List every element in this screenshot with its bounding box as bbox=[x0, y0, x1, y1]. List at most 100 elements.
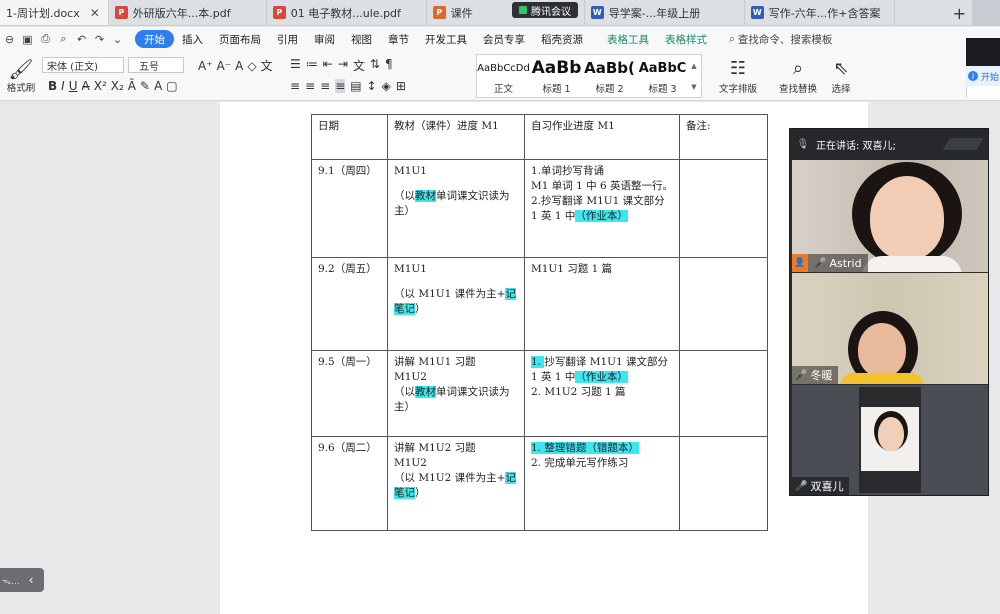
italic-icon[interactable]: I bbox=[61, 79, 65, 93]
tab-writing[interactable]: W 写作-六年...作+含答案 bbox=[745, 0, 895, 25]
cell-course[interactable]: 讲解 M1U2 习题 M1U2 （以 M1U2 课件为主+记笔记） bbox=[387, 436, 525, 531]
menu-docer[interactable]: 稻壳资源 bbox=[533, 30, 591, 48]
menu-view[interactable]: 视图 bbox=[343, 30, 380, 48]
underline-icon[interactable]: U bbox=[69, 79, 78, 93]
collapsed-nav-widget[interactable]: ᯓ… ‹ bbox=[0, 568, 44, 592]
menu-review[interactable]: 审阅 bbox=[306, 30, 343, 48]
justify-icon[interactable]: ≡ bbox=[335, 79, 346, 93]
align-left-icon[interactable]: ≡ bbox=[290, 79, 300, 93]
font-size-select[interactable]: 五号 bbox=[128, 57, 184, 73]
cell-homework[interactable]: M1U1 习题 1 篇 bbox=[524, 257, 680, 351]
meeting-video-panel[interactable]: 🎙 正在讲话: 双喜儿; 👤 🎤 Astrid 🎤 冬暖 🎤 双喜儿 bbox=[789, 128, 989, 496]
text-color-icon[interactable]: A bbox=[154, 79, 162, 93]
chevron-left-icon[interactable]: ‹ bbox=[22, 571, 40, 589]
menu-home[interactable]: 开始 bbox=[135, 30, 174, 48]
cell-date[interactable]: 9.1（周四） bbox=[311, 159, 388, 258]
print-icon[interactable]: ⎙ bbox=[38, 32, 53, 47]
tab-pdf-textbook[interactable]: P 外研版六年...本.pdf bbox=[109, 0, 267, 25]
numbering-icon[interactable]: ≔ bbox=[306, 57, 318, 74]
subscript-icon[interactable]: X₂ bbox=[111, 79, 124, 93]
redo-icon[interactable]: ↷ bbox=[92, 32, 107, 47]
superscript-icon[interactable]: X² bbox=[94, 79, 107, 93]
sort-icon[interactable]: ⇅ bbox=[370, 57, 380, 74]
chevron-down-icon[interactable]: ▼ bbox=[691, 83, 696, 91]
menu-member[interactable]: 会员专享 bbox=[475, 30, 533, 48]
indent-icon[interactable]: ⇥ bbox=[338, 57, 348, 74]
format-painter-button[interactable]: 🖌 格式刷 bbox=[4, 55, 38, 97]
cell-homework[interactable]: 1. 抄写翻译 M1U1 课文部分 1 英 1 中（作业本） 2. M1U2 习… bbox=[524, 350, 680, 437]
style-scroll[interactable]: ▲ ▼ bbox=[689, 55, 699, 97]
video-tile-dongnuan[interactable]: 🎤 冬暖 bbox=[792, 273, 988, 384]
borders-icon[interactable]: ⊞ bbox=[396, 79, 406, 93]
cell-homework[interactable]: 1. 整理错题（错题本） 2. 完成单元写作练习 bbox=[524, 436, 680, 531]
cell-notes[interactable] bbox=[679, 436, 768, 531]
font-color-icon[interactable]: A bbox=[235, 59, 243, 73]
shrink-font-icon[interactable]: A⁻ bbox=[217, 59, 232, 73]
command-search[interactable]: ⌕ 查找命令、搜索模板 bbox=[729, 32, 832, 47]
grow-font-icon[interactable]: A⁺ bbox=[198, 59, 213, 73]
tab-study-guide[interactable]: W 导学案-...年级上册 bbox=[585, 0, 745, 25]
meeting-indicator[interactable]: 腾讯会议 bbox=[512, 2, 578, 18]
highlight-icon[interactable]: ✎ bbox=[140, 79, 150, 93]
text-layout-button[interactable]: ☷ 文字排版 bbox=[712, 55, 764, 97]
chinese-layout-icon[interactable]: 文 bbox=[353, 57, 365, 74]
bullets-icon[interactable]: ☰ bbox=[290, 57, 301, 74]
style-heading-1[interactable]: AaBb 标题 1 bbox=[530, 55, 583, 97]
style-heading-2[interactable]: AaBb( 标题 2 bbox=[583, 55, 636, 97]
header-course[interactable]: 教材（课件）进度 M1 bbox=[387, 114, 525, 160]
chevron-up-icon[interactable]: ▲ bbox=[691, 62, 696, 70]
video-tile-astrid[interactable]: 👤 🎤 Astrid bbox=[792, 160, 988, 272]
bold-icon[interactable]: B bbox=[48, 79, 57, 93]
side-info-bar[interactable]: i 开始 bbox=[966, 66, 1000, 86]
pinyin-icon[interactable]: 文 bbox=[261, 57, 273, 74]
close-icon[interactable]: ✕ bbox=[90, 6, 100, 20]
align-right-icon[interactable]: ≡ bbox=[320, 79, 330, 93]
align-center-icon[interactable]: ≡ bbox=[305, 79, 315, 93]
shading-icon[interactable]: ◈ bbox=[382, 79, 391, 93]
menu-sections[interactable]: 章节 bbox=[380, 30, 417, 48]
window-controls[interactable] bbox=[972, 0, 1000, 26]
style-heading-3[interactable]: AaBbC 标题 3 bbox=[636, 55, 689, 97]
menu-page-layout[interactable]: 页面布局 bbox=[211, 30, 269, 48]
cell-notes[interactable] bbox=[679, 159, 768, 258]
header-notes[interactable]: 备注: bbox=[679, 114, 768, 160]
cell-course[interactable]: M1U1 （以 M1U1 课件为主+记笔记） bbox=[387, 257, 525, 351]
tab-pdf-ebook[interactable]: P 01 电子教材...ule.pdf bbox=[267, 0, 427, 25]
select-button[interactable]: ⇖ 选择 bbox=[824, 55, 858, 97]
open-file-icon[interactable]: ⊖ bbox=[2, 32, 17, 47]
document-page[interactable]: 日期 教材（课件）进度 M1 自习作业进度 M1 备注: 9.1（周四） M1U… bbox=[220, 102, 868, 614]
font-name-select[interactable]: 宋体 (正文) bbox=[42, 57, 124, 73]
outdent-icon[interactable]: ⇤ bbox=[323, 57, 333, 74]
line-spacing-icon[interactable]: ↕ bbox=[367, 79, 377, 93]
cell-course[interactable]: M1U1 （以教材单词课文识读为主） bbox=[387, 159, 525, 258]
clear-format-icon[interactable]: ◇ bbox=[247, 59, 256, 73]
cell-course[interactable]: 讲解 M1U1 习题 M1U2 （以教材单词课文识读为主） bbox=[387, 350, 525, 437]
header-homework[interactable]: 自习作业进度 M1 bbox=[524, 114, 680, 160]
video-tile-shuangxier[interactable]: 🎤 双喜儿 bbox=[792, 385, 988, 495]
cell-date[interactable]: 9.2（周五） bbox=[311, 257, 388, 351]
menu-insert[interactable]: 插入 bbox=[174, 30, 211, 48]
undo-icon[interactable]: ↶ bbox=[74, 32, 89, 47]
show-marks-icon[interactable]: ¶ bbox=[385, 57, 393, 74]
tab-doc-weekly-plan[interactable]: 1-周计划.docx ✕ bbox=[0, 0, 109, 25]
weekly-plan-table[interactable]: 日期 教材（课件）进度 M1 自习作业进度 M1 备注: 9.1（周四） M1U… bbox=[311, 114, 768, 531]
border-char-icon[interactable]: ▢ bbox=[166, 79, 177, 93]
menu-table-style[interactable]: 表格样式 bbox=[657, 30, 715, 48]
cell-notes[interactable] bbox=[679, 257, 768, 351]
style-normal[interactable]: AaBbCcDd 正文 bbox=[477, 55, 530, 97]
menu-developer[interactable]: 开发工具 bbox=[417, 30, 475, 48]
print-preview-icon[interactable]: ⌕ bbox=[56, 32, 71, 47]
cell-date[interactable]: 9.6（周二） bbox=[311, 436, 388, 531]
customize-icon[interactable]: ⌄ bbox=[110, 32, 125, 47]
cell-date[interactable]: 9.5（周一） bbox=[311, 350, 388, 437]
cell-homework[interactable]: 1.单词抄写背诵 M1 单词 1 中 6 英语整一行。 2.抄写翻译 M1U1 … bbox=[524, 159, 680, 258]
save-icon[interactable]: ▣ bbox=[20, 32, 35, 47]
character-shading-icon[interactable]: Ā bbox=[128, 79, 136, 93]
find-replace-button[interactable]: ⌕ 查找替换 bbox=[772, 55, 824, 97]
new-tab-button[interactable]: + bbox=[953, 4, 966, 23]
distribute-icon[interactable]: ▤ bbox=[350, 79, 361, 93]
menu-references[interactable]: 引用 bbox=[269, 30, 306, 48]
cell-notes[interactable] bbox=[679, 350, 768, 437]
menu-table-tools[interactable]: 表格工具 bbox=[599, 30, 657, 48]
header-date[interactable]: 日期 bbox=[311, 114, 388, 160]
